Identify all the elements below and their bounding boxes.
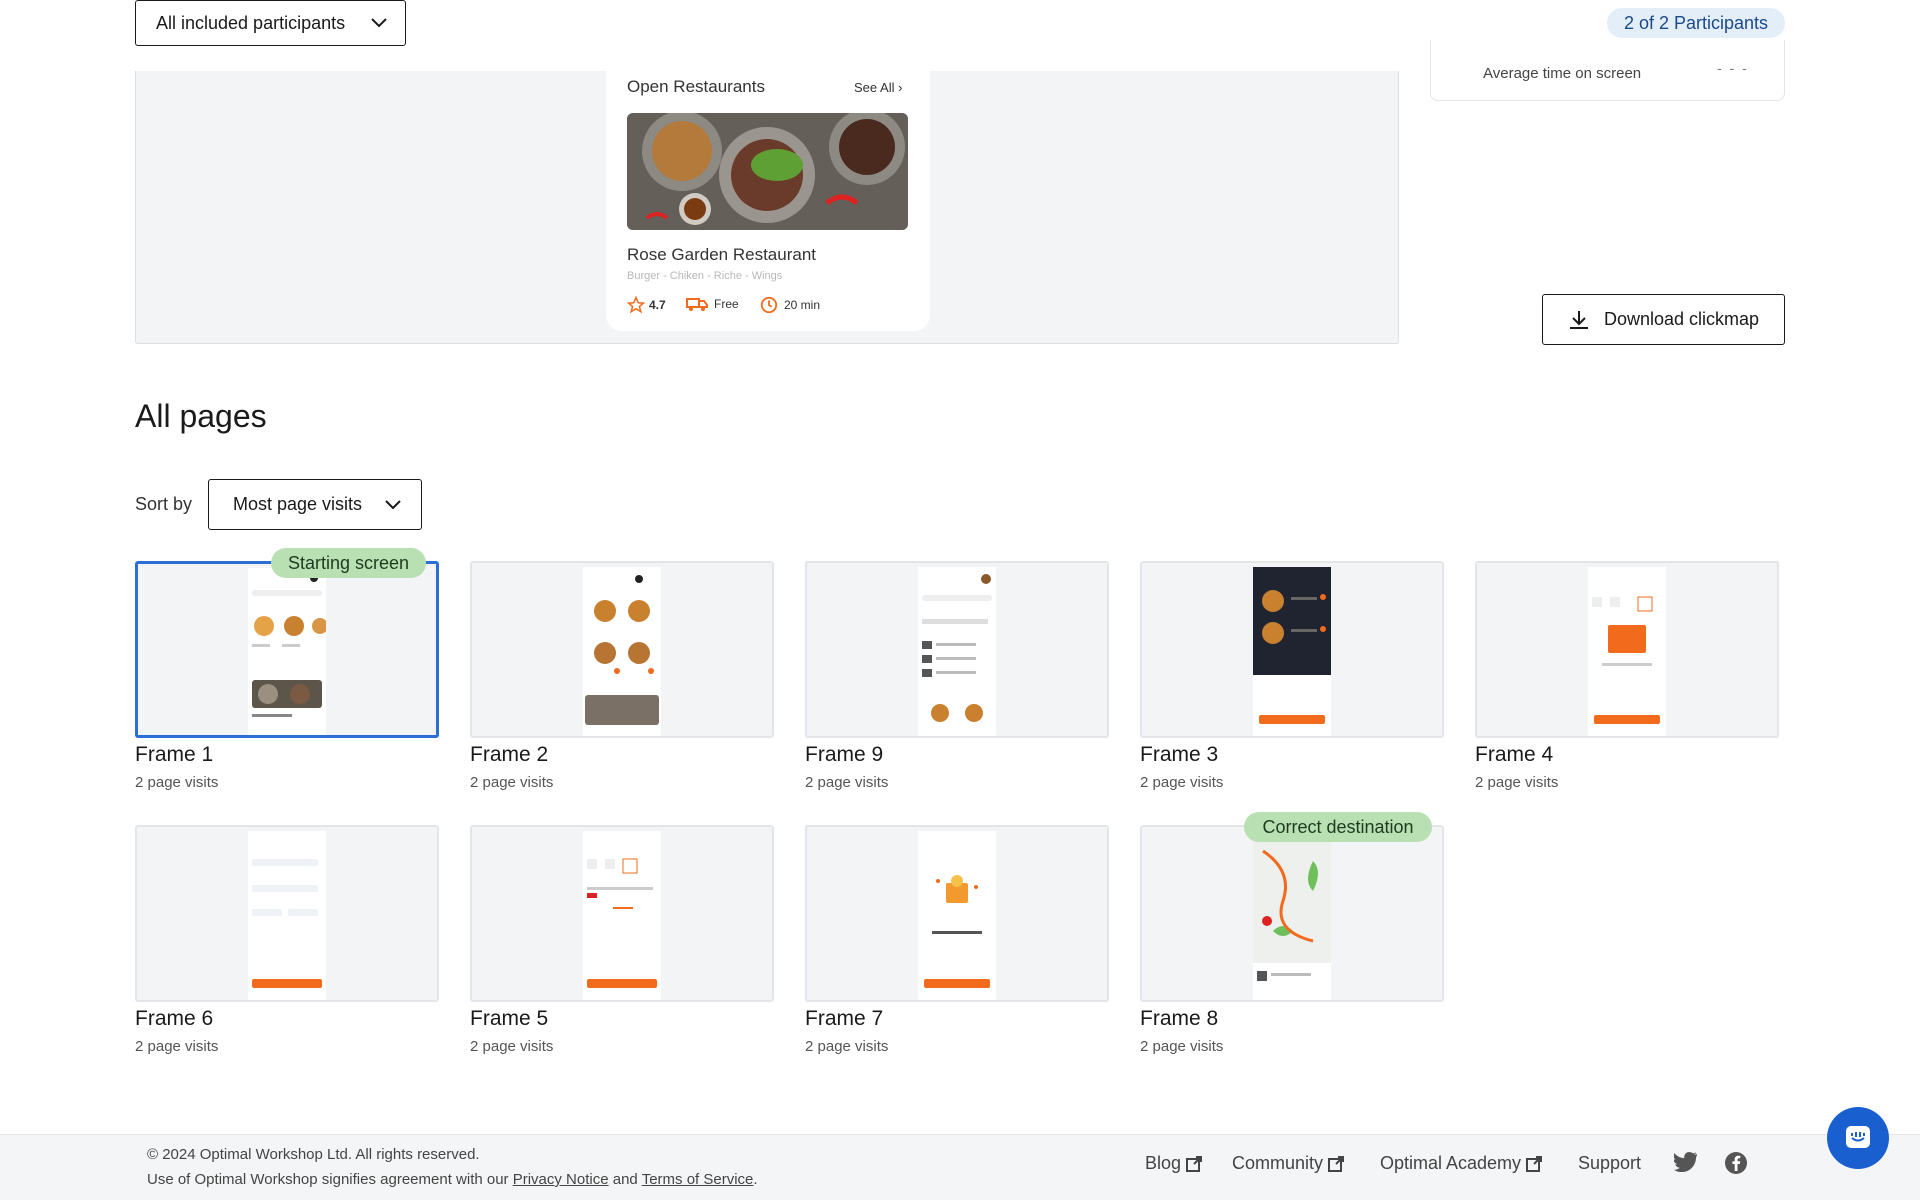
frame-card-8[interactable] bbox=[1140, 825, 1444, 1002]
external-link-icon bbox=[1525, 1155, 1543, 1173]
copyright: © 2024 Optimal Workshop Ltd. All rights … bbox=[147, 1146, 480, 1163]
sort-dropdown[interactable]: Most page visits bbox=[208, 479, 422, 530]
support-link[interactable]: Support bbox=[1578, 1153, 1641, 1174]
rating-meta: 4.7 bbox=[627, 296, 666, 314]
frame-thumbnail bbox=[918, 831, 996, 1000]
truck-icon bbox=[686, 296, 708, 312]
frame-visits: 2 page visits bbox=[470, 1038, 554, 1055]
frame-visits: 2 page visits bbox=[805, 774, 889, 791]
external-link-icon bbox=[1327, 1155, 1345, 1173]
frame-thumbnail bbox=[248, 568, 326, 735]
sort-by-label: Sort by bbox=[135, 494, 193, 514]
delivery-meta: Free bbox=[686, 296, 739, 312]
download-icon bbox=[1568, 309, 1590, 331]
frame-visits: 2 page visits bbox=[470, 774, 554, 791]
participants-count-badge: 2 of 2 Participants bbox=[1607, 8, 1785, 38]
frame-name: Frame 9 bbox=[805, 743, 884, 766]
frame-card-1[interactable] bbox=[135, 561, 439, 738]
star-icon bbox=[627, 296, 645, 314]
frame-card-7[interactable] bbox=[805, 825, 1109, 1002]
restaurant-tags: Burger - Chiken - Riche - Wings bbox=[627, 270, 783, 282]
screen-preview: Open Restaurants See All › Rose Garden R… bbox=[135, 71, 1399, 344]
avg-time-value: - - - bbox=[1717, 60, 1749, 76]
frame-name: Frame 4 bbox=[1475, 743, 1554, 766]
frame-thumbnail bbox=[1253, 567, 1331, 736]
frame-name: Frame 2 bbox=[470, 743, 549, 766]
frame-card-2[interactable] bbox=[470, 561, 774, 738]
frame-name: Frame 7 bbox=[805, 1007, 884, 1030]
download-clickmap-button[interactable]: Download clickmap bbox=[1542, 294, 1785, 345]
frame-thumbnail bbox=[1588, 567, 1666, 736]
blog-link[interactable]: Blog bbox=[1145, 1153, 1203, 1174]
stats-card: Average time on screen - - - bbox=[1430, 40, 1785, 101]
frame-thumbnail bbox=[583, 567, 661, 736]
chat-icon bbox=[1844, 1124, 1872, 1152]
frame-visits: 2 page visits bbox=[805, 1038, 889, 1055]
terms-of-service-link[interactable]: Terms of Service bbox=[642, 1171, 754, 1188]
privacy-notice-link[interactable]: Privacy Notice bbox=[513, 1171, 609, 1188]
frame-visits: 2 page visits bbox=[1140, 774, 1224, 791]
frame-name: Frame 3 bbox=[1140, 743, 1219, 766]
frame-card-3[interactable] bbox=[1140, 561, 1444, 738]
terms-text: Use of Optimal Workshop signifies agreem… bbox=[147, 1171, 758, 1188]
frame-thumbnail bbox=[248, 831, 326, 1000]
frame-visits: 2 page visits bbox=[1475, 774, 1559, 791]
frame-visits: 2 page visits bbox=[135, 774, 219, 791]
correct-destination-tag: Correct destination bbox=[1244, 812, 1432, 842]
participants-dropdown-label: All included participants bbox=[156, 12, 346, 33]
frame-name: Frame 8 bbox=[1140, 1007, 1219, 1030]
frame-thumbnail bbox=[583, 831, 661, 1000]
download-clickmap-label: Download clickmap bbox=[1603, 309, 1760, 329]
frame-card-4[interactable] bbox=[1475, 561, 1779, 738]
see-all-link: See All › bbox=[854, 80, 903, 95]
frame-thumbnail bbox=[918, 567, 996, 736]
restaurant-name: Rose Garden Restaurant bbox=[627, 245, 816, 264]
frame-name: Frame 5 bbox=[470, 1007, 549, 1030]
restaurant-image bbox=[627, 113, 908, 230]
clock-icon bbox=[760, 296, 778, 314]
section-title: Open Restaurants bbox=[627, 77, 765, 96]
facebook-icon[interactable] bbox=[1724, 1151, 1748, 1175]
frame-name: Frame 1 bbox=[135, 743, 214, 766]
phone-screen-preview: Open Restaurants See All › Rose Garden R… bbox=[606, 71, 930, 331]
chevron-down-icon bbox=[371, 18, 387, 28]
frame-card-5[interactable] bbox=[470, 825, 774, 1002]
frame-card-9[interactable] bbox=[805, 561, 1109, 738]
community-link[interactable]: Community bbox=[1232, 1153, 1345, 1174]
external-link-icon bbox=[1185, 1155, 1203, 1173]
frame-thumbnail bbox=[1253, 831, 1331, 1000]
chevron-down-icon bbox=[385, 499, 401, 510]
chat-launcher-button[interactable] bbox=[1827, 1107, 1889, 1169]
frame-card-6[interactable] bbox=[135, 825, 439, 1002]
twitter-icon[interactable] bbox=[1674, 1152, 1698, 1172]
time-meta: 20 min bbox=[760, 296, 820, 314]
frame-visits: 2 page visits bbox=[1140, 1038, 1224, 1055]
sort-dropdown-value: Most page visits bbox=[233, 494, 363, 514]
optimal-academy-link[interactable]: Optimal Academy bbox=[1380, 1153, 1543, 1174]
all-pages-heading: All pages bbox=[135, 398, 267, 434]
starting-screen-tag: Starting screen bbox=[271, 548, 426, 578]
avg-time-label: Average time on screen bbox=[1483, 65, 1642, 82]
footer: © 2024 Optimal Workshop Ltd. All rights … bbox=[0, 1134, 1920, 1200]
frame-visits: 2 page visits bbox=[135, 1038, 219, 1055]
participants-dropdown[interactable]: All included participants bbox=[135, 0, 406, 46]
frame-name: Frame 6 bbox=[135, 1007, 214, 1030]
